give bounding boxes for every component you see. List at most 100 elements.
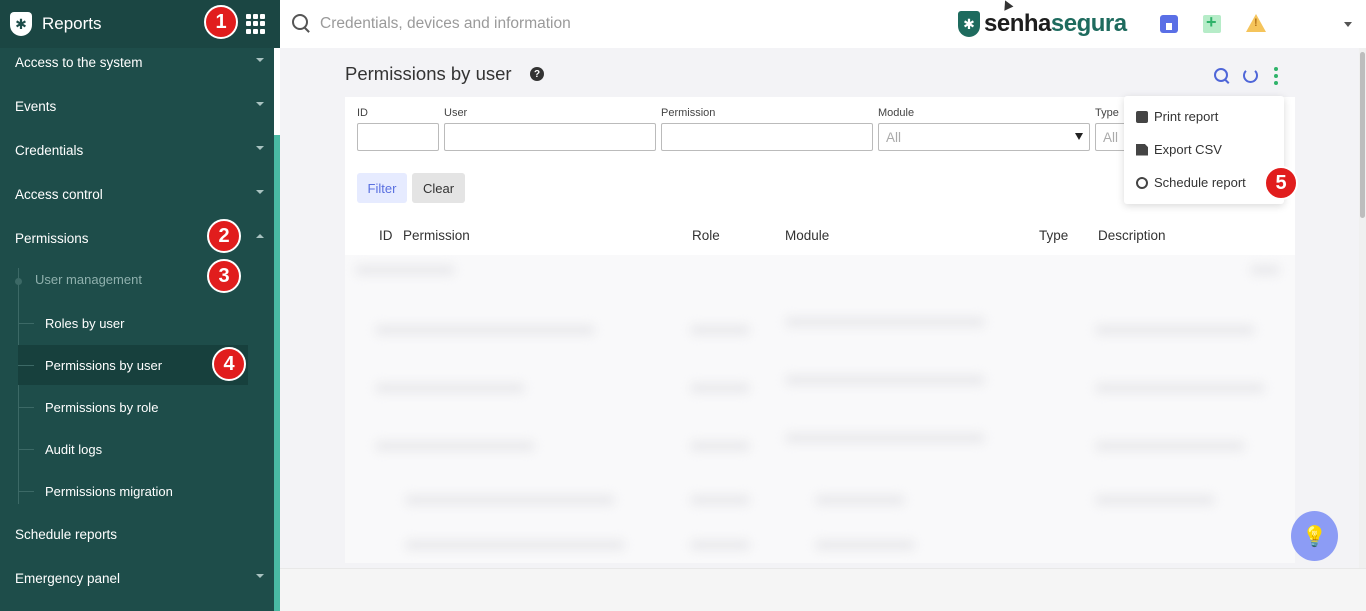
module-select[interactable]: All bbox=[878, 123, 1090, 151]
user-label: User bbox=[444, 107, 468, 119]
column-header-role[interactable]: Role bbox=[692, 228, 720, 243]
top-bar: ✱ senhasegura bbox=[280, 0, 1366, 48]
type-select-value: All bbox=[1103, 130, 1119, 145]
chevron-down-icon bbox=[256, 58, 264, 62]
table-row bbox=[785, 317, 985, 327]
shield-logo-icon: ✱ bbox=[958, 11, 980, 37]
step-badge-5: 5 bbox=[1264, 166, 1298, 200]
table-row bbox=[690, 540, 750, 550]
sidebar-item-permissions-migration[interactable]: Permissions migration bbox=[18, 471, 248, 511]
chevron-down-icon bbox=[256, 146, 264, 150]
table-row bbox=[1095, 441, 1245, 451]
menu-item-emergency-panel[interactable]: Emergency panel bbox=[0, 556, 274, 600]
column-header-type[interactable]: Type bbox=[1039, 228, 1068, 243]
id-input[interactable] bbox=[357, 123, 439, 151]
help-icon[interactable]: ? bbox=[530, 67, 544, 81]
column-header-module[interactable]: Module bbox=[785, 228, 829, 243]
table-row bbox=[690, 383, 750, 393]
menu-item-access-to-the-system[interactable]: Access to the system bbox=[0, 40, 274, 84]
sidebar-item-label: Permissions by role bbox=[45, 399, 159, 415]
filter-button[interactable]: Filter bbox=[357, 173, 407, 203]
global-search-input[interactable] bbox=[320, 12, 920, 36]
permission-input[interactable] bbox=[661, 123, 873, 151]
step-badge-2: 2 bbox=[207, 219, 241, 253]
step-badge-4: 4 bbox=[212, 347, 246, 381]
sidebar-item-label: Permissions migration bbox=[45, 483, 173, 499]
menu-item-label: Access to the system bbox=[15, 54, 143, 70]
page-scrollbar[interactable] bbox=[1359, 48, 1366, 568]
table-row bbox=[690, 441, 750, 451]
tree-dot-icon bbox=[15, 278, 22, 285]
menu-item-export-csv[interactable]: Export CSV bbox=[1136, 142, 1222, 157]
file-icon bbox=[1136, 143, 1148, 156]
menu-item-credentials[interactable]: Credentials bbox=[0, 128, 274, 172]
menu-item-schedule-reports[interactable]: Schedule reports bbox=[0, 512, 274, 556]
sidebar-item-permissions-by-role[interactable]: Permissions by role bbox=[18, 387, 248, 427]
chevron-up-icon bbox=[256, 234, 264, 238]
menu-item-events[interactable]: Events bbox=[0, 84, 274, 128]
table-row bbox=[815, 540, 915, 550]
user-menu-chevron-down-icon[interactable] bbox=[1344, 22, 1352, 27]
sidebar-item-roles-by-user[interactable]: Roles by user bbox=[18, 303, 248, 343]
page-title: Permissions by user bbox=[345, 63, 512, 84]
column-header-id[interactable]: ID bbox=[379, 228, 393, 243]
menu-item-label: Schedule reports bbox=[15, 526, 118, 542]
table-row bbox=[815, 495, 905, 505]
table-row bbox=[785, 433, 985, 443]
column-header-permission[interactable]: Permission bbox=[403, 228, 470, 243]
table-row bbox=[785, 375, 985, 385]
table-row bbox=[375, 441, 535, 451]
toggle-search-icon[interactable] bbox=[1214, 68, 1228, 82]
sidebar-item-label: Permissions by user bbox=[45, 357, 163, 373]
sidebar-title: Reports bbox=[42, 14, 102, 33]
column-header-description[interactable]: Description bbox=[1098, 228, 1166, 243]
table-row bbox=[375, 325, 595, 335]
table-row bbox=[375, 383, 525, 393]
sidebar-edge bbox=[274, 48, 280, 135]
table-row bbox=[690, 325, 750, 335]
permission-label: Permission bbox=[661, 107, 716, 119]
scrollbar-thumb[interactable] bbox=[1360, 52, 1365, 218]
table-row bbox=[690, 495, 750, 505]
shield-logo-icon: ✱ bbox=[10, 12, 32, 36]
table-row bbox=[1250, 265, 1280, 275]
clear-button[interactable]: Clear bbox=[412, 173, 465, 203]
blurred-table-body bbox=[345, 255, 1295, 563]
table-row bbox=[405, 495, 615, 505]
sidebar-item-audit-logs[interactable]: Audit logs bbox=[18, 429, 248, 469]
sidebar: ✱ Reports Access to the system Events Cr… bbox=[0, 0, 280, 611]
menu-item-label: Permissions bbox=[15, 230, 89, 246]
menu-item-schedule-report[interactable]: Schedule report bbox=[1136, 175, 1246, 190]
brand-text: senhasegura bbox=[984, 10, 1127, 37]
menu-item-label: Events bbox=[15, 98, 57, 114]
sidebar-scrollbar[interactable] bbox=[274, 135, 280, 611]
id-label: ID bbox=[357, 107, 368, 119]
menu-item-access-control[interactable]: Access control bbox=[0, 172, 274, 216]
menu-item-label: Print report bbox=[1154, 109, 1219, 124]
home-icon[interactable] bbox=[1160, 15, 1178, 33]
chevron-down-icon bbox=[256, 574, 264, 578]
submenu-header-user-management[interactable]: User management bbox=[35, 272, 142, 287]
more-options-icon[interactable] bbox=[1274, 67, 1278, 85]
add-document-icon[interactable] bbox=[1203, 12, 1221, 33]
step-badge-3: 3 bbox=[207, 259, 241, 293]
step-badge-1: 1 bbox=[204, 5, 238, 39]
refresh-icon[interactable] bbox=[1243, 68, 1258, 83]
table-row bbox=[1095, 495, 1215, 505]
brand-logo: ✱ senhasegura bbox=[958, 10, 1127, 38]
apps-grid-icon[interactable] bbox=[246, 14, 266, 34]
type-label: Type bbox=[1095, 107, 1119, 119]
chevron-down-icon bbox=[256, 190, 264, 194]
lightbulb-help-icon[interactable]: 💡 bbox=[1291, 511, 1338, 561]
module-select-value: All bbox=[886, 130, 902, 145]
warning-icon[interactable] bbox=[1246, 14, 1266, 32]
user-input[interactable] bbox=[444, 123, 656, 151]
sidebar-item-label: Roles by user bbox=[45, 315, 125, 331]
table-row bbox=[1095, 383, 1265, 393]
search-icon bbox=[292, 14, 308, 30]
clock-icon bbox=[1136, 176, 1148, 189]
report-actions-menu: Print report Export CSV Schedule report bbox=[1124, 96, 1284, 204]
menu-item-print-report[interactable]: Print report bbox=[1136, 109, 1218, 124]
table-row bbox=[1095, 325, 1255, 335]
menu-item-label: Emergency panel bbox=[15, 570, 121, 586]
